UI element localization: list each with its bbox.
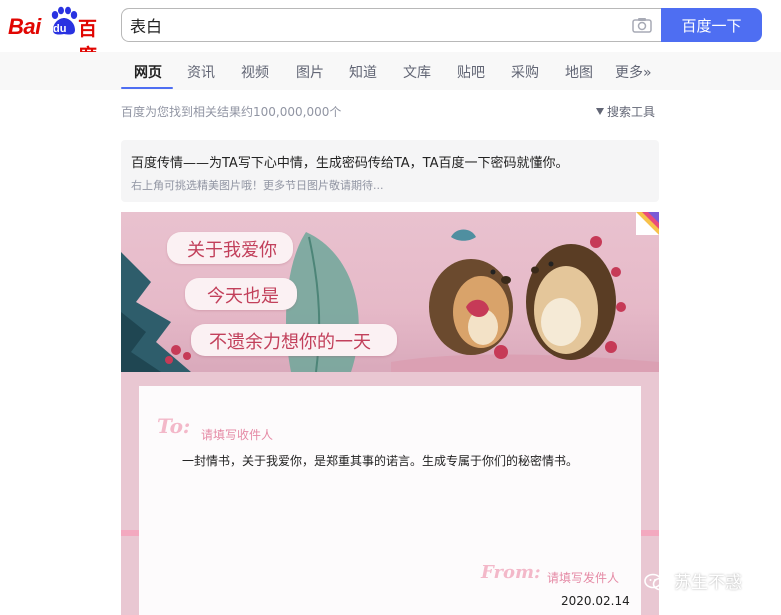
active-tab-indicator (121, 87, 173, 89)
love-card-title[interactable]: 百度传情——为TA写下心中情，生成密码传给TA，TA百度一下密码就懂你。 (131, 152, 568, 171)
result-count: 百度为您找到相关结果约100,000,000个 (121, 105, 342, 119)
sender-input[interactable]: 请填写发件人 (547, 569, 619, 586)
search-box (121, 8, 661, 42)
header: Bai du 百度 百度一下 (0, 0, 781, 67)
letter-paper: To: 请填写收件人 一封情书，关于我爱你，是郑重其事的诺言。生成专属于你们的秘… (139, 386, 641, 615)
watermark: 苏生不惑 (644, 568, 742, 593)
watermark-text: 苏生不惑 (674, 573, 742, 593)
funnel-icon (596, 108, 604, 115)
from-label: From: (481, 562, 541, 583)
love-letter-area: To: 请填写收件人 一封情书，关于我爱你，是郑重其事的诺言。生成专属于你们的秘… (121, 372, 659, 615)
banner-line-3: 不遗余力想你的一天 (209, 332, 371, 353)
recipient-input[interactable]: 请填写收件人 (201, 426, 273, 443)
tab-map[interactable]: 地图 (565, 62, 593, 82)
search-tabs: 网页 资讯 视频 图片 知道 文库 贴吧 采购 地图 更多» (0, 52, 781, 90)
banner-line-2: 今天也是 (207, 286, 279, 307)
wechat-icon (644, 573, 668, 591)
camera-icon[interactable] (632, 17, 652, 33)
tab-tieba[interactable]: 贴吧 (457, 62, 485, 82)
search-button[interactable]: 百度一下 (661, 8, 762, 42)
love-card-subtitle: 右上角可挑选精美图片哦！更多节日图片敬请期待... (131, 179, 384, 192)
tab-purchase[interactable]: 采购 (511, 62, 539, 82)
logo-du-text: du (53, 23, 67, 35)
tab-news[interactable]: 资讯 (187, 62, 215, 82)
search-tools-button[interactable]: 搜索工具 (596, 103, 655, 120)
letter-date: 2020.02.14 (561, 594, 630, 608)
search-tools-label: 搜索工具 (607, 105, 656, 119)
banner-line-1: 关于我爱你 (187, 240, 277, 261)
letter-body[interactable]: 一封情书，关于我爱你，是郑重其事的诺言。生成专属于你们的秘密情书。 (182, 452, 578, 469)
logo-bai-text: Bai (8, 14, 41, 39)
tab-images[interactable]: 图片 (296, 62, 324, 82)
image-picker-icon[interactable] (636, 212, 659, 235)
love-card-header: 百度传情——为TA写下心中情，生成密码传给TA，TA百度一下密码就懂你。 右上角… (121, 140, 659, 202)
search-input[interactable] (130, 9, 610, 41)
tab-more[interactable]: 更多» (615, 62, 652, 82)
to-label: To: (157, 414, 191, 438)
tab-web[interactable]: 网页 (134, 62, 162, 82)
tab-wenku[interactable]: 文库 (403, 62, 431, 82)
love-card-banner: 关于我爱你 今天也是 不遗余力想你的一天 (121, 212, 659, 372)
baidu-logo[interactable]: Bai du 百度 (8, 6, 112, 67)
tab-zhidao[interactable]: 知道 (349, 62, 377, 82)
tab-video[interactable]: 视频 (241, 62, 269, 82)
